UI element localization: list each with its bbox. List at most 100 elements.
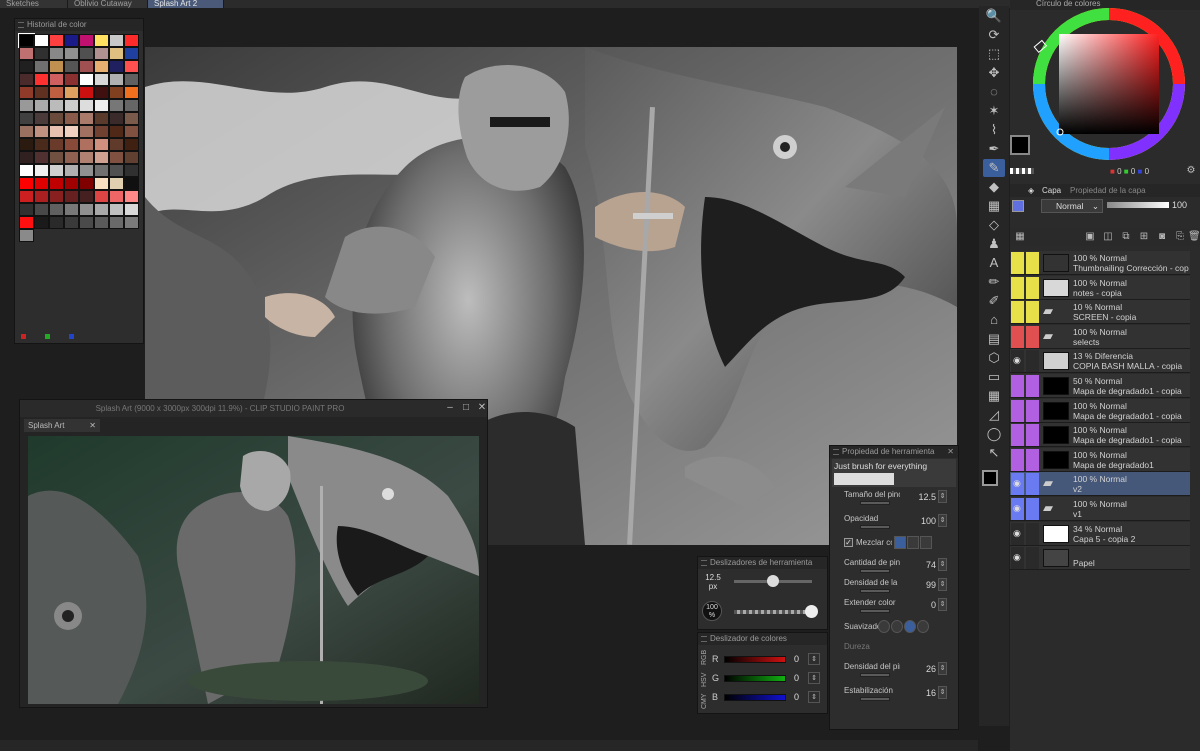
blend-mode-button[interactable] — [894, 536, 906, 549]
color-swatch[interactable] — [109, 138, 124, 151]
layer-lock-toggle[interactable] — [1026, 276, 1039, 299]
color-swatch[interactable] — [94, 203, 109, 216]
balloon-icon[interactable]: ◯ — [983, 425, 1005, 443]
brush-icon[interactable]: ✎ — [983, 159, 1005, 177]
color-swatch[interactable] — [19, 112, 34, 125]
property-slider[interactable] — [860, 525, 890, 529]
eye-icon[interactable]: ◉ — [1013, 355, 1021, 366]
property-value[interactable]: 16 — [902, 688, 936, 698]
color-swatch[interactable] — [109, 177, 124, 190]
layer-visibility-toggle[interactable] — [1011, 375, 1024, 397]
color-swatch[interactable] — [124, 177, 139, 190]
color-swatch[interactable] — [124, 60, 139, 73]
smoothing-option[interactable] — [878, 620, 890, 633]
layer-lock-toggle[interactable] — [1026, 473, 1039, 496]
layer-opacity-slider[interactable] — [1107, 202, 1169, 208]
color-swatch[interactable] — [124, 203, 139, 216]
smoothing-option[interactable] — [904, 620, 916, 633]
spin-icon[interactable]: ⇕ — [938, 578, 947, 591]
merge-icon[interactable]: ⊞ — [1138, 231, 1150, 243]
property-value[interactable]: 100 — [902, 516, 936, 526]
channel-slider[interactable] — [724, 694, 786, 701]
color-swatch[interactable] — [109, 86, 124, 99]
color-swatch[interactable] — [49, 203, 64, 216]
color-swatch[interactable] — [109, 112, 124, 125]
color-swatch[interactable] — [94, 138, 109, 151]
correction-icon[interactable]: ↖ — [983, 444, 1005, 462]
layer-lock-toggle[interactable] — [1026, 547, 1039, 570]
color-swatch[interactable] — [49, 73, 64, 86]
color-swatch[interactable] — [64, 34, 79, 47]
color-swatch[interactable] — [79, 164, 94, 177]
color-swatch[interactable] — [64, 112, 79, 125]
stamp-icon[interactable]: ♟ — [983, 235, 1005, 253]
layer-visibility-toggle[interactable] — [1011, 424, 1024, 447]
blend-mode-button[interactable] — [907, 536, 919, 549]
color-swatch[interactable] — [34, 203, 49, 216]
eraser-icon[interactable]: ◇ — [983, 216, 1005, 234]
color-swatch[interactable] — [34, 34, 49, 47]
color-swatch[interactable] — [64, 125, 79, 138]
layer-lock-toggle[interactable] — [1026, 375, 1039, 397]
color-swatch[interactable] — [124, 151, 139, 164]
property-slider[interactable] — [860, 609, 890, 613]
color-swatch[interactable] — [109, 99, 124, 112]
color-swatch[interactable] — [34, 151, 49, 164]
trash-icon[interactable]: 🗑 — [1188, 231, 1200, 243]
mask-icon[interactable]: ◫ — [1102, 231, 1114, 243]
spin-icon[interactable]: ⇕ — [808, 672, 820, 684]
color-swatch[interactable] — [49, 60, 64, 73]
blend-mode-button[interactable] — [920, 536, 932, 549]
tab-sketches[interactable]: Sketches — [0, 0, 68, 8]
color-swatch[interactable] — [79, 177, 94, 190]
layer-lock-toggle[interactable] — [1026, 350, 1039, 373]
color-swatch[interactable] — [34, 216, 49, 229]
eye-icon[interactable]: ◉ — [1013, 478, 1021, 489]
spin-icon[interactable]: ⇕ — [808, 653, 820, 665]
property-slider[interactable] — [860, 697, 890, 701]
color-swatch[interactable] — [109, 151, 124, 164]
color-swatch[interactable] — [124, 47, 139, 60]
color-swatch[interactable] — [64, 99, 79, 112]
color-swatch[interactable] — [64, 60, 79, 73]
color-swatch[interactable] — [94, 86, 109, 99]
color-swatch[interactable] — [34, 73, 49, 86]
smoothing-option[interactable] — [917, 620, 929, 633]
property-value[interactable]: 0 — [902, 600, 936, 610]
color-swatch[interactable] — [64, 151, 79, 164]
layer-lock-toggle[interactable] — [1026, 252, 1039, 274]
toolbar-main-color[interactable] — [982, 470, 998, 486]
spin-icon[interactable]: ⇕ — [938, 598, 947, 611]
property-slider[interactable] — [860, 501, 890, 505]
color-swatch[interactable] — [49, 125, 64, 138]
color-swatch[interactable] — [49, 190, 64, 203]
color-swatch[interactable] — [124, 164, 139, 177]
blend-mode-select[interactable]: Normal ⌄ — [1041, 199, 1103, 213]
layer-lock-toggle[interactable] — [1026, 301, 1039, 324]
color-swatch[interactable] — [109, 34, 124, 47]
color-swatch[interactable] — [94, 73, 109, 86]
eye-icon[interactable]: ◉ — [1013, 528, 1021, 539]
layer-visibility-toggle[interactable] — [1011, 325, 1024, 348]
layer-visibility-toggle[interactable] — [1011, 448, 1024, 471]
color-swatch[interactable] — [18, 33, 35, 48]
color-swatch[interactable] — [64, 177, 79, 190]
color-swatch[interactable] — [94, 125, 109, 138]
color-swatch[interactable] — [94, 47, 109, 60]
eye-icon[interactable]: ◉ — [1013, 552, 1021, 563]
color-swatch[interactable] — [34, 47, 49, 60]
color-swatch[interactable] — [124, 190, 139, 203]
property-value[interactable]: 26 — [902, 664, 936, 674]
color-swatch[interactable] — [34, 190, 49, 203]
color-swatch[interactable] — [34, 177, 49, 190]
maximize-icon[interactable]: □ — [460, 402, 472, 414]
color-swatch[interactable] — [79, 112, 94, 125]
color-swatch[interactable] — [19, 177, 34, 190]
property-value[interactable]: 99 — [902, 580, 936, 590]
property-value[interactable]: 12.5 — [902, 492, 936, 502]
grid-icon[interactable]: ▦ — [983, 197, 1005, 215]
color-swatch[interactable] — [94, 190, 109, 203]
layer-lock-toggle[interactable] — [1026, 399, 1039, 422]
transparent-color-swatch[interactable] — [1010, 168, 1034, 174]
color-swatch[interactable] — [49, 99, 64, 112]
